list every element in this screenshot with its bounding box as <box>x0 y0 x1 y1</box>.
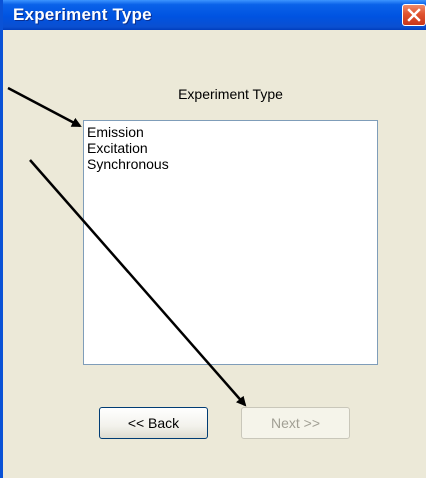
list-item-synchronous[interactable]: Synchronous <box>86 156 377 172</box>
experiment-type-dialog: Experiment Type Experiment Type Emission… <box>0 0 426 478</box>
close-button[interactable] <box>402 4 426 26</box>
close-icon <box>407 8 421 22</box>
window-title: Experiment Type <box>13 5 152 24</box>
list-item-excitation[interactable]: Excitation <box>86 140 377 156</box>
experiment-type-label: Experiment Type <box>178 86 283 102</box>
experiment-type-listbox[interactable]: Emission Excitation Synchronous <box>83 120 378 365</box>
next-button[interactable]: Next >> <box>241 407 350 439</box>
back-button[interactable]: << Back <box>99 407 208 439</box>
list-item-emission[interactable]: Emission <box>86 124 377 140</box>
title-bar[interactable]: Experiment Type <box>3 0 426 30</box>
